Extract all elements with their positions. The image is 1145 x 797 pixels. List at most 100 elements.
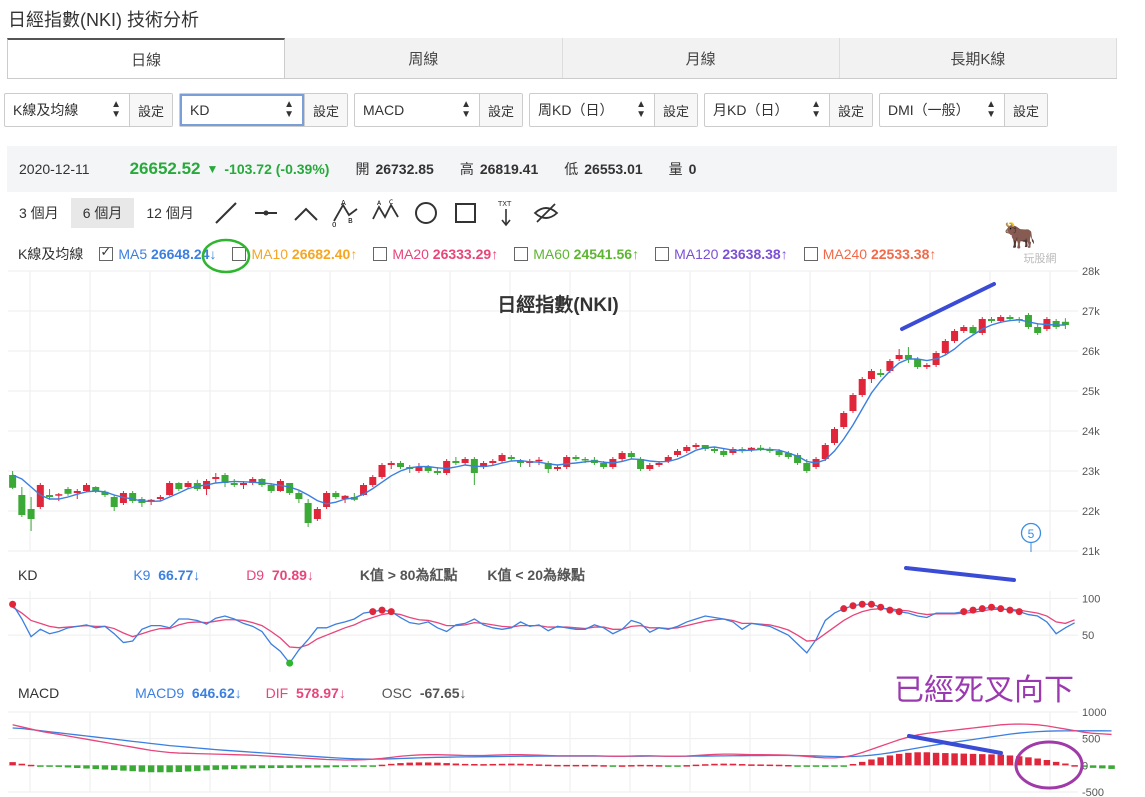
price-tick-label: 26k [1082,346,1100,358]
k-overbought-dot [387,608,395,616]
ma5-line [12,319,1066,505]
osc-bar [988,754,995,766]
candle-body [27,509,35,519]
candle-body [396,463,404,467]
osc-bar [286,765,293,768]
candle-body [895,355,903,359]
osc-bar [443,763,450,766]
k-overbought-dot [978,605,986,613]
price-tick-label: 21k [1082,546,1100,558]
technical-chart[interactable]: 28k27k26k25k24k23k22k21k1005010005000-50… [0,0,1145,797]
k-overbought-dot [867,600,875,608]
k-overbought-dot [877,603,885,611]
osc-bar [914,752,921,766]
k-overbought-dot [997,605,1005,613]
candle-body [9,475,17,488]
osc-bar [1006,755,1014,766]
osc-bar [683,765,690,767]
candle-body [1006,317,1014,319]
candle-body [831,429,839,443]
k-overbought-dot [895,608,903,616]
candle-body [849,395,857,411]
price-tick-label: 25k [1082,386,1100,398]
osc-bar [655,765,663,767]
kd-series [9,600,1075,667]
kd-tick-label: 50 [1082,630,1094,642]
candle-body [166,483,174,495]
candle-body [914,359,922,367]
osc-bar [388,763,395,766]
osc-bar [812,765,820,767]
candle-body [997,317,1005,321]
osc-bar [415,762,423,766]
osc-bar [434,762,441,766]
candle-body [295,493,303,499]
osc-bar [766,764,774,767]
osc-bar [101,765,109,770]
osc-bar [757,764,764,766]
osc-bar [64,765,72,768]
event-marker[interactable]: 5 [1020,522,1042,553]
k-overbought-dot [988,603,996,611]
osc-bar [157,765,164,773]
osc-bar [822,765,829,767]
osc-bar [46,765,53,767]
osc-bar [424,762,432,766]
osc-bar [748,764,755,766]
osc-bar [480,764,487,766]
price-tick-label: 28k [1082,266,1100,278]
ma5-series [12,319,1066,505]
hand-annotations: 已經死叉向下 [201,238,1084,790]
osc-bar [711,763,718,766]
watermark-logo: 🐂 玩股網 [1004,221,1057,265]
candle-body [461,459,469,463]
candle-body [156,497,164,499]
candle-body [627,453,635,457]
watermark-text: 玩股網 [1024,251,1057,265]
osc-bar [9,762,16,766]
osc-bar [129,765,136,772]
candle-body [55,494,63,496]
osc-bar [932,752,940,766]
candle-body [867,371,875,379]
k-overbought-dot [369,608,377,616]
candle-body [452,461,460,463]
candle-body [563,457,571,467]
osc-bar [110,765,118,771]
osc-bar [166,765,173,773]
osc-bar [738,764,746,766]
osc-bar [868,759,875,766]
osc-bar [517,763,524,766]
osc-bar [74,765,81,768]
osc-bar [221,765,229,770]
osc-bar [267,765,275,769]
osc-bar [692,764,700,767]
price-tick-label: 24k [1082,426,1100,438]
candle-body [304,503,312,523]
candle-body [313,509,321,519]
osc-bar [729,763,737,766]
osc-bar [572,764,580,767]
osc-bar [618,765,626,767]
osc-bar [563,764,570,767]
osc-bar [1108,765,1115,769]
osc-bar [249,765,256,769]
osc-bar [960,753,968,766]
candle-body [323,493,331,507]
candle-body [175,483,183,489]
candle-body [489,461,497,463]
candle-body [572,457,580,459]
candle-body [941,341,949,353]
osc-bar [341,765,349,767]
osc-bar [314,765,321,768]
osc-bar [526,764,533,766]
osc-bar [184,765,192,772]
osc-bar [628,765,635,767]
candle-body [710,449,718,451]
osc-bar [471,764,478,766]
osc-bar [277,765,284,768]
osc-bar [997,754,1004,766]
k-overbought-dot [9,600,17,608]
osc-bar [360,765,367,767]
candle-body [82,485,91,491]
